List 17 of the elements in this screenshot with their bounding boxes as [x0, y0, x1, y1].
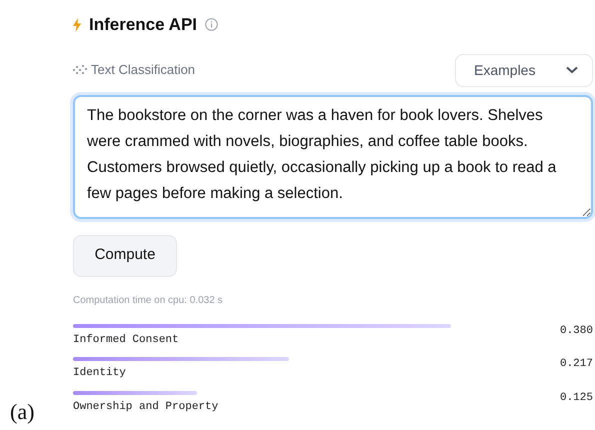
- lightning-icon: [73, 18, 81, 32]
- widget-title: Inference API: [89, 14, 198, 36]
- computation-time: Computation time on cpu: 0.032 s: [73, 294, 224, 308]
- chevron-down-icon: [566, 66, 578, 74]
- input-text-area[interactable]: The bookstore on the corner was a haven for book lovers. Shelves were crammed with novels, biographies, and coffee table books. Customers browsed quietly, occasionally picking up a book to read a few pages before making a selection.: [73, 94, 593, 218]
- compute-button[interactable]: Compute: [73, 234, 177, 276]
- score-value: 0.380: [560, 324, 593, 338]
- figure-label: (a): [10, 398, 34, 426]
- info-icon[interactable]: [205, 18, 218, 32]
- task-icon: [73, 64, 87, 76]
- class-label: Ownership and Property: [73, 400, 220, 414]
- class-label: Identity: [73, 366, 127, 381]
- score-value: 0.217: [560, 357, 593, 372]
- score-value: 0.125: [560, 390, 593, 406]
- class-label: Informed Consent: [73, 332, 180, 348]
- examples-dropdown[interactable]: Examples: [455, 54, 593, 86]
- task-label: Text Classification: [91, 61, 196, 80]
